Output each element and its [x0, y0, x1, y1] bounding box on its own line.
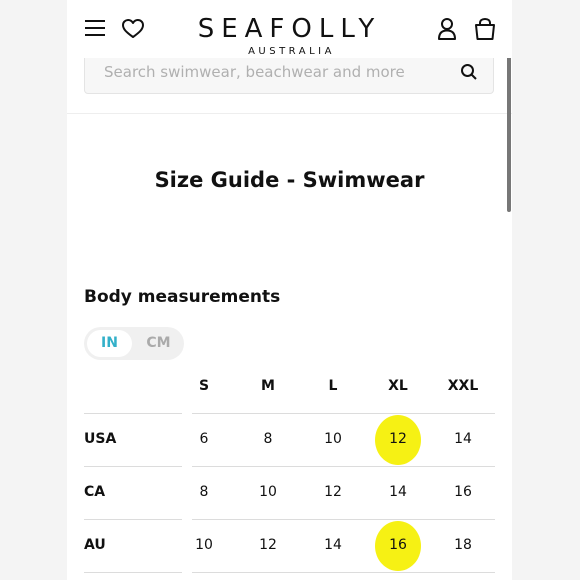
- row-divider: [84, 572, 182, 573]
- search-icon[interactable]: [460, 63, 478, 81]
- table-cell: 14: [389, 484, 407, 500]
- search-input[interactable]: Search swimwear, beachwear and more: [104, 63, 405, 81]
- unit-toggle-cm[interactable]: CM: [136, 330, 181, 357]
- cell-value: 12: [389, 431, 407, 447]
- table-cell: 18: [454, 537, 472, 553]
- account-icon[interactable]: [437, 17, 457, 41]
- table-cell: 14: [324, 537, 342, 553]
- table-row: AU 10 12 14 16 18: [84, 519, 495, 572]
- table-cell: 8: [199, 484, 209, 500]
- table-cell: 12: [324, 484, 342, 500]
- menu-icon[interactable]: [84, 18, 106, 38]
- table-cell: 10: [324, 431, 342, 447]
- row-label: USA: [84, 431, 117, 447]
- table-cell: 10: [195, 537, 213, 553]
- row-label: AU: [84, 537, 106, 553]
- column-header: L: [328, 378, 338, 394]
- column-header: S: [198, 378, 210, 394]
- column-header: M: [261, 378, 275, 394]
- logo-subtitle: AUSTRALIA: [248, 46, 335, 57]
- row-label: CA: [84, 484, 106, 500]
- cell-value: 16: [389, 537, 407, 553]
- header-divider: [67, 113, 512, 114]
- site-header: SEAFOLLY AUSTRALIA: [67, 0, 512, 58]
- seafolly-logo[interactable]: SEAFOLLY AUSTRALIA: [127, 14, 452, 58]
- section-title: Body measurements: [84, 287, 281, 307]
- table-cell: 10: [259, 484, 277, 500]
- logo-wordmark: SEAFOLLY: [197, 14, 382, 44]
- table-cell: 14: [454, 431, 472, 447]
- bag-icon[interactable]: [473, 17, 497, 41]
- table-cell-highlighted: 16: [366, 519, 430, 572]
- table-cell: 8: [263, 431, 273, 447]
- table-row: USA 6 8 10 12 14: [84, 413, 495, 466]
- size-guide-page: SEAFOLLY AUSTRALIA Search swimwear, beac…: [67, 0, 512, 580]
- unit-toggle-in[interactable]: IN: [87, 330, 132, 357]
- table-cell-highlighted: 12: [366, 413, 430, 466]
- table-bottom: [84, 572, 495, 574]
- page-title: Size Guide - Swimwear: [154, 168, 425, 192]
- row-divider: [192, 572, 495, 573]
- table-cell: 6: [199, 431, 209, 447]
- size-table: S M L XL XXL USA 6 8 10 12 14 CA 8 10 12…: [84, 360, 495, 574]
- column-header: XXL: [447, 378, 479, 394]
- table-row: CA 8 10 12 14 16: [84, 466, 495, 519]
- table-cell: 16: [454, 484, 472, 500]
- table-cell: 12: [259, 537, 277, 553]
- column-header: XL: [388, 378, 408, 394]
- size-table-header: S M L XL XXL: [84, 360, 495, 413]
- unit-toggle[interactable]: IN CM: [84, 327, 184, 360]
